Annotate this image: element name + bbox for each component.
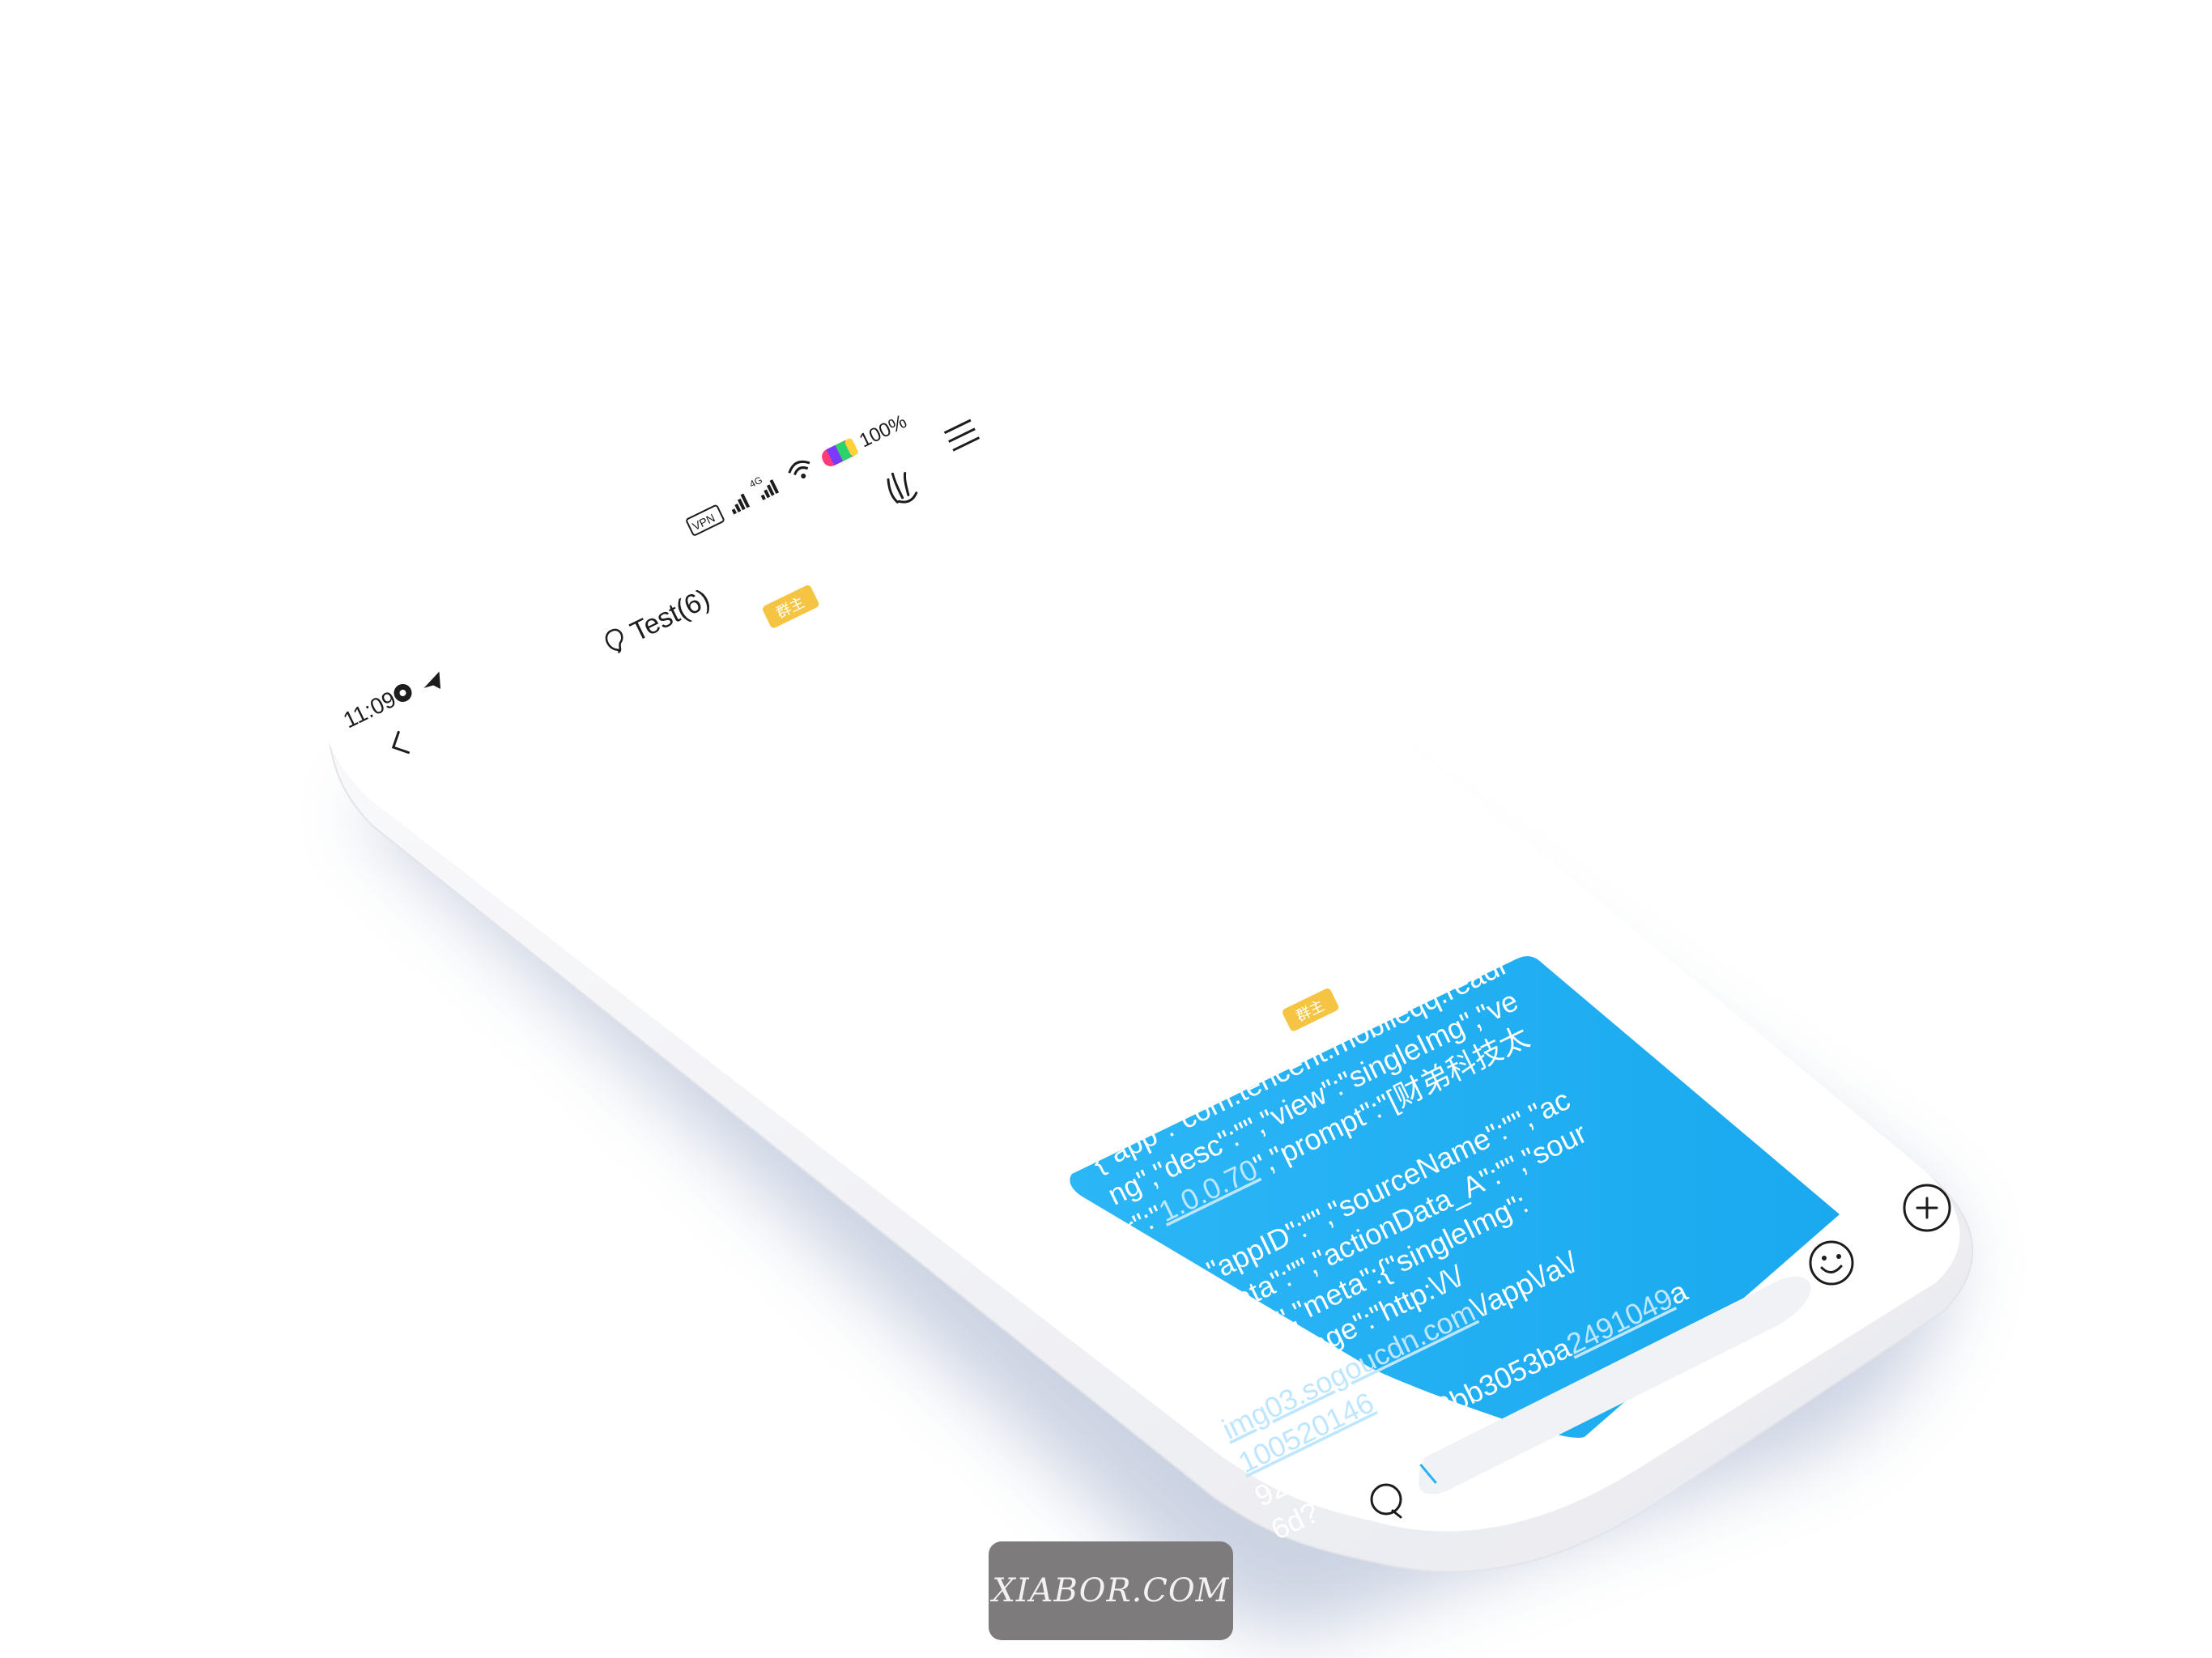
phone-mockup-scene: 11:09 VPN 4G 100% Test(6) 群主 群主 {"app":"… (316, 397, 1974, 1635)
watermark-text: XIABOR.COM (992, 1572, 1230, 1609)
watermark-badge: XIABOR.COM (989, 1541, 1233, 1640)
